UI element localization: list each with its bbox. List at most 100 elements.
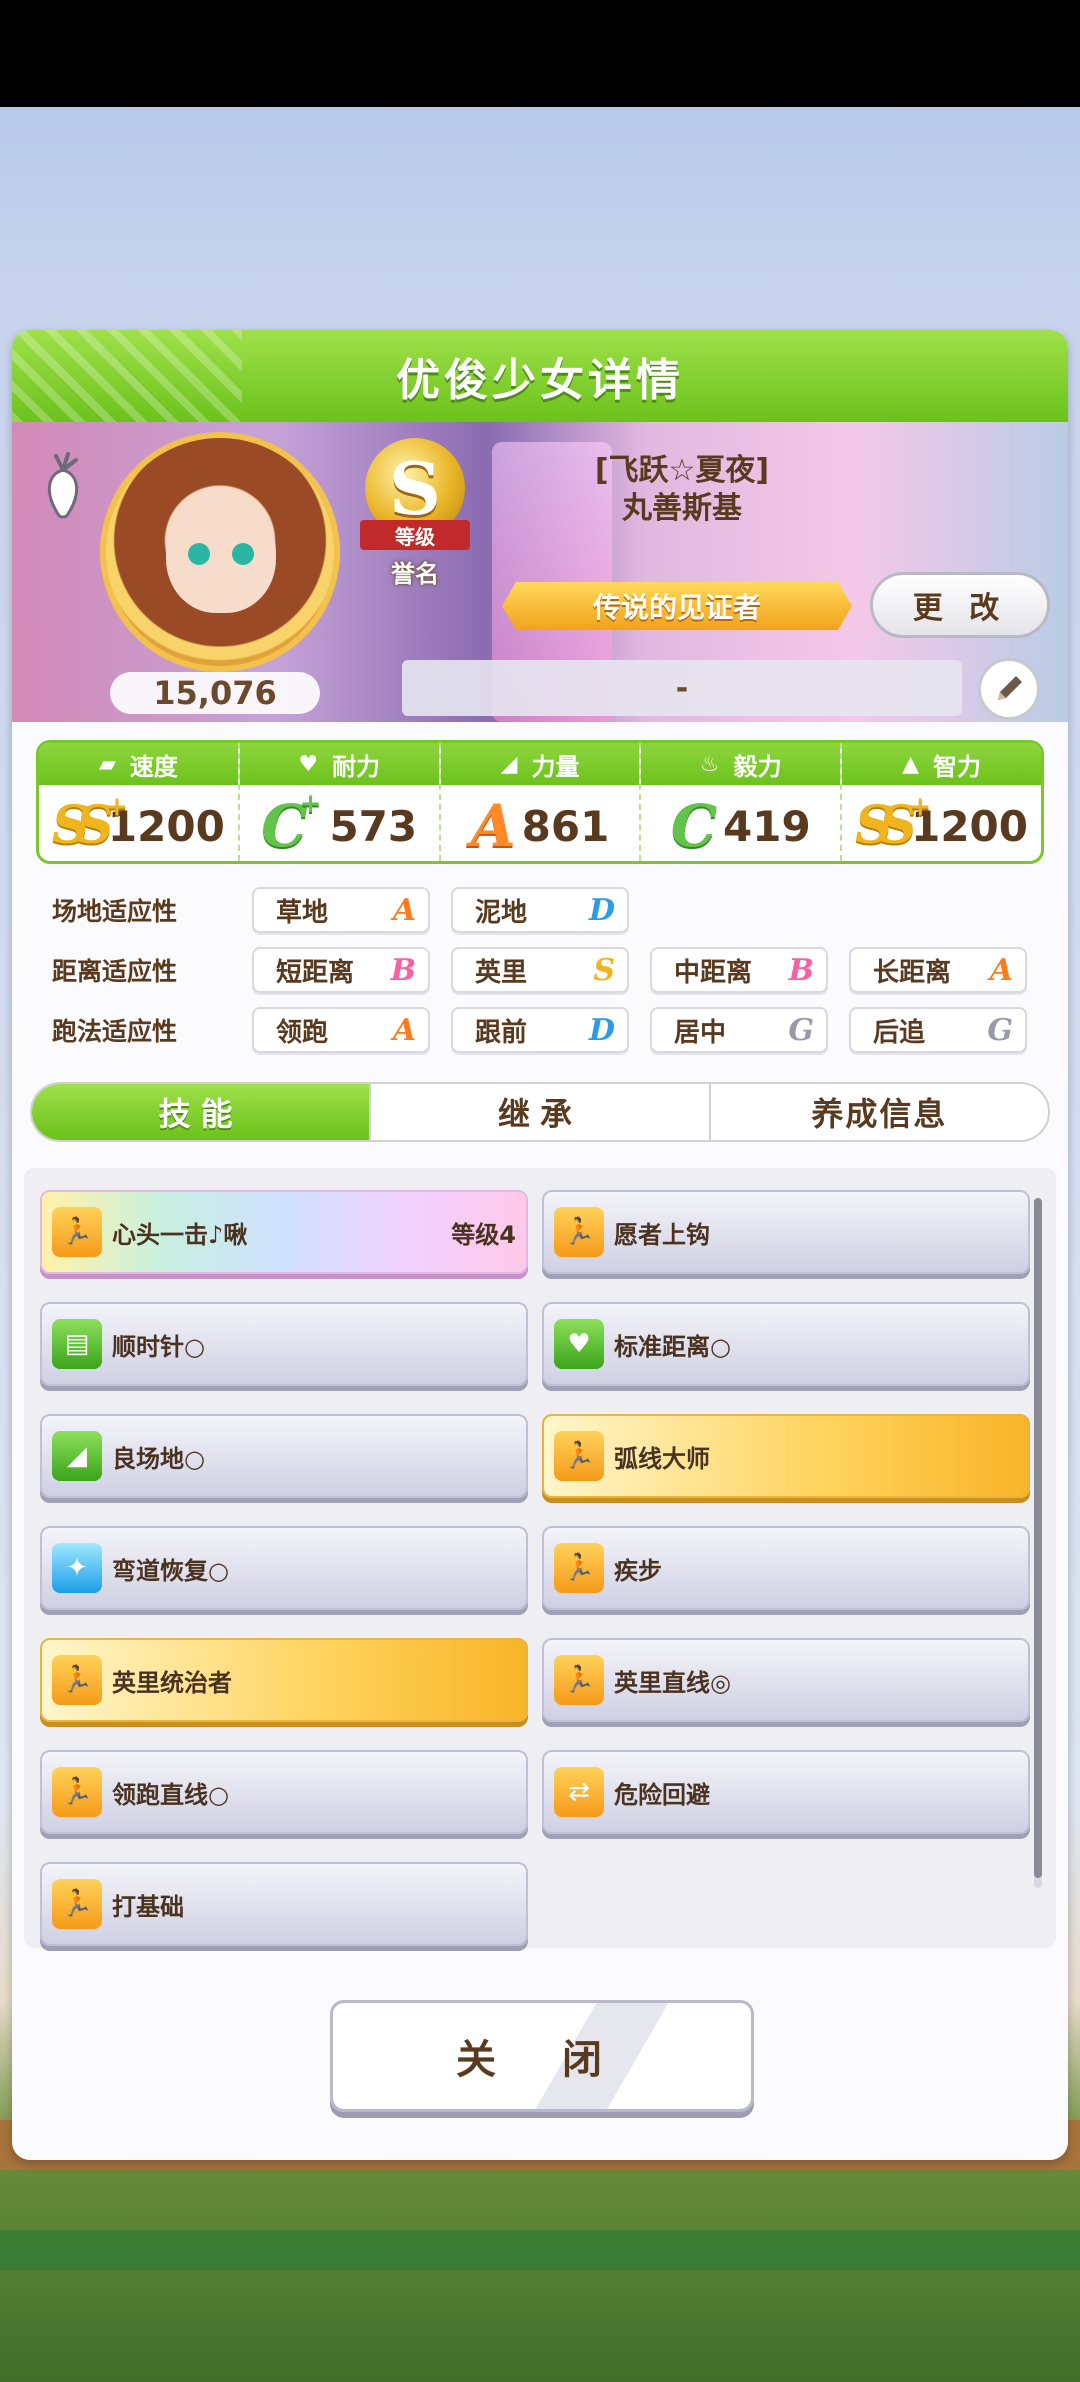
stat-header: ▲ 智力	[842, 743, 1041, 785]
stat-value: 573	[329, 801, 418, 851]
runner-icon: 🏃	[554, 1655, 604, 1705]
runner-icon: 🏃	[52, 1655, 102, 1705]
stat-body: SS + 1200	[39, 785, 238, 861]
skill-card[interactable]: 🏃 英里直线◎	[542, 1638, 1030, 1722]
tab-inheritance[interactable]: 继承	[371, 1084, 711, 1140]
aptitude-cell: 后追 G	[849, 1007, 1027, 1053]
stat-guts: ♨ 毅力 C 419	[641, 743, 843, 861]
stat-grade: C +	[261, 789, 322, 860]
stat-value: 1200	[911, 801, 1029, 851]
pencil-icon	[998, 676, 1022, 700]
change-epithet-button[interactable]: 更 改	[870, 572, 1050, 638]
aptitude-cell: 中距离 B	[650, 947, 828, 993]
runner-icon: 🏃	[52, 1207, 102, 1257]
shoe-icon: ▰	[98, 751, 116, 777]
epithet-ribbon: 传说的见证者	[502, 582, 852, 630]
status-bar	[0, 0, 1080, 107]
stat-stamina: ♥ 耐力 C + 573	[239, 743, 441, 861]
background-grass	[0, 2230, 1080, 2270]
stats-table: ▰ 速度 SS + 1200 ♥ 耐力 C + 573 ◢ 力量 A 861 ♨ 毅力 C	[36, 740, 1044, 864]
skill-name: 领跑直线○	[112, 1780, 229, 1809]
green-heart-icon: ♥	[554, 1319, 604, 1369]
dialog-header: 优俊少女详情	[12, 330, 1068, 422]
skill-card[interactable]: ♥ 标准距离○	[542, 1302, 1030, 1386]
scrollbar-thumb[interactable]	[1034, 1198, 1042, 1878]
skill-card[interactable]: 🏃 弧线大师	[542, 1414, 1030, 1498]
detail-tabs: 技能 继承 养成信息	[30, 1082, 1050, 1142]
swap-arrows-icon: ⇄	[554, 1767, 604, 1817]
runner-icon: 🏃	[52, 1767, 102, 1817]
skill-card[interactable]: 🏃 打基础	[40, 1862, 528, 1946]
stat-grade: SS +	[51, 792, 128, 856]
carrot-icon	[47, 452, 79, 519]
stat-label: 毅力	[733, 752, 782, 781]
stat-label: 耐力	[332, 752, 381, 781]
stat-value: 1200	[107, 801, 225, 851]
stat-label: 智力	[933, 752, 982, 781]
rank-label: 等级	[360, 520, 470, 550]
comment-field: -	[402, 660, 962, 716]
stat-label: 力量	[531, 752, 580, 781]
tab-training-info[interactable]: 养成信息	[711, 1084, 1048, 1140]
stat-header: ♨ 毅力	[641, 743, 841, 785]
skill-scrollbar[interactable]	[1034, 1198, 1042, 1888]
skill-name: 弧线大师	[614, 1444, 710, 1473]
runner-icon: 🏃	[554, 1207, 604, 1257]
skill-card[interactable]: 🏃 愿者上钩	[542, 1190, 1030, 1274]
character-title: [飞跃☆夏夜] 丸善斯基	[532, 452, 832, 528]
aptitude-cell: 跟前 D	[451, 1007, 629, 1053]
stat-speed: ▰ 速度 SS + 1200	[39, 743, 240, 861]
stat-power: ◢ 力量 A 861	[440, 743, 642, 861]
aptitude-cell: 居中 G	[650, 1007, 828, 1053]
skill-list-panel: 🏃 心头一击♪啾 等级4 🏃 愿者上钩 ▤ 顺时针○ ♥ 标准距离○ ◢ 良场地○ 🏃 弧线大师 ✦ 弯道恢…	[24, 1168, 1056, 1948]
stat-value: 861	[521, 801, 610, 851]
fan-count: 15,076	[110, 672, 320, 714]
aptitude-style-row: 跑法适应性 领跑 A 跟前 D 居中 G 后追 G	[52, 1006, 1048, 1054]
skill-name: 危险回避	[614, 1780, 710, 1809]
skill-card[interactable]: 🏃 领跑直线○	[40, 1750, 528, 1834]
skill-name: 打基础	[112, 1892, 184, 1921]
skill-card[interactable]: ⇄ 危险回避	[542, 1750, 1030, 1834]
aptitude-cell: 领跑 A	[252, 1007, 430, 1053]
aptitude-track-row: 场地适应性 草地 A 泥地 D	[52, 886, 650, 934]
skill-card[interactable]: 🏃 英里统治者	[40, 1638, 528, 1722]
runner-icon: 🏃	[52, 1879, 102, 1929]
stat-body: C 419	[641, 785, 840, 861]
skill-card[interactable]: 🏃 疾步	[542, 1526, 1030, 1610]
character-avatar[interactable]	[100, 432, 340, 672]
skill-name: 弯道恢复○	[112, 1556, 229, 1585]
avatar-face	[166, 493, 276, 613]
skill-name: 顺时针○	[112, 1332, 205, 1361]
aptitude-cell: 长距离 A	[849, 947, 1027, 993]
skill-name: 标准距离○	[614, 1332, 731, 1361]
detail-dialog: 优俊少女详情 15,076 S 等级 誉名 [飞跃☆夏夜] 丸善斯基 传说的见证…	[12, 330, 1068, 2160]
close-button[interactable]: 关 闭	[330, 2000, 754, 2112]
profile-banner: 15,076 S 等级 誉名 [飞跃☆夏夜] 丸善斯基 传说的见证者 更 改 -	[12, 422, 1068, 722]
tab-skills[interactable]: 技能	[32, 1084, 372, 1140]
stat-header: ♥ 耐力	[239, 743, 439, 785]
skill-name: 心头一击♪啾	[112, 1220, 248, 1249]
rank-badge: S 等级 誉名	[360, 438, 470, 588]
skill-card[interactable]: ✦ 弯道恢复○	[40, 1526, 528, 1610]
skill-name: 英里统治者	[112, 1668, 232, 1697]
runner-icon: 🏃	[554, 1431, 604, 1481]
green-card-icon: ▤	[52, 1319, 102, 1369]
skill-name: 愿者上钩	[614, 1220, 710, 1249]
stat-body: C + 573	[240, 785, 439, 861]
skill-card[interactable]: ▤ 顺时针○	[40, 1302, 528, 1386]
aptitude-label: 场地适应性	[52, 897, 178, 926]
runner-icon: 🏃	[554, 1543, 604, 1593]
outfit-name: [飞跃☆夏夜]	[594, 453, 770, 488]
skill-card[interactable]: 🏃 心头一击♪啾 等级4	[40, 1190, 528, 1274]
aptitude-label: 跑法适应性	[52, 1017, 178, 1046]
stat-grade: A	[470, 792, 516, 860]
stat-label: 速度	[129, 752, 178, 781]
edit-comment-button[interactable]	[978, 658, 1040, 720]
stat-wisdom: ▲ 智力 SS + 1200	[842, 743, 1041, 861]
skill-name: 英里直线◎	[614, 1668, 731, 1697]
stat-grade: C	[670, 792, 718, 860]
skill-card[interactable]: ◢ 良场地○	[40, 1414, 528, 1498]
skill-level: 等级4	[451, 1220, 516, 1249]
green-muscle-icon: ◢	[52, 1431, 102, 1481]
aptitude-cell: 泥地 D	[451, 887, 629, 933]
